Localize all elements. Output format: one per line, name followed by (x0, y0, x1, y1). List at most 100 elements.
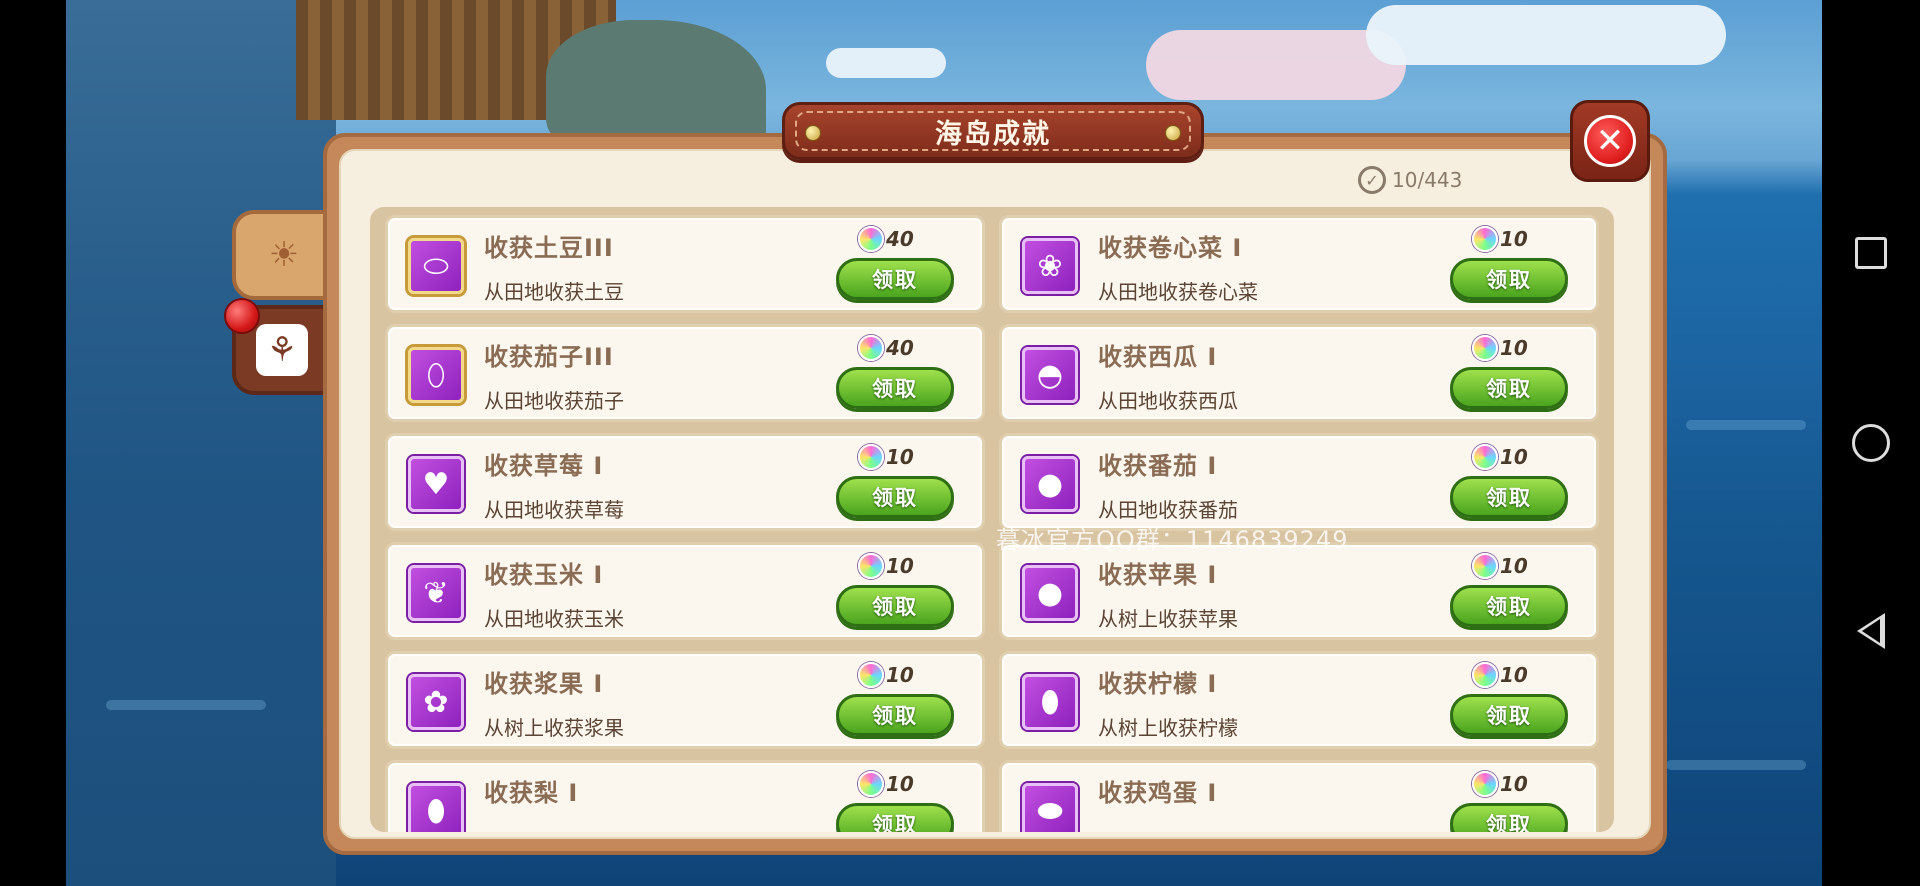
claim-button[interactable]: 领取 (1450, 694, 1568, 736)
close-button[interactable]: ✕ (1570, 100, 1650, 182)
background-cloud (826, 48, 946, 78)
achievement-icon-wrap: ⬭ (402, 228, 470, 304)
achievement-title: 收获茄子III (484, 343, 614, 371)
corn-icon: ❦ (408, 565, 464, 621)
claim-button[interactable]: 领取 (836, 476, 954, 518)
achievement-card: ⬮ 收获梨 I 10 领取 (385, 760, 985, 832)
background-wave (1666, 760, 1806, 770)
recent-apps-button[interactable] (1846, 228, 1896, 278)
reward: 40 (858, 226, 914, 252)
achievement-title: 收获玉米 I (484, 561, 604, 589)
rainbow-orb-icon (858, 553, 884, 579)
reward: 10 (858, 662, 914, 688)
reward: 10 (858, 771, 914, 797)
wheat-icon: ⚘ (256, 324, 308, 376)
reward: 10 (1472, 553, 1528, 579)
watermelon-icon: ◓ (1022, 347, 1078, 403)
achievement-description: 从树上收获浆果 (484, 716, 624, 740)
achievement-card: ❀ 收获卷心菜 I 从田地收获卷心菜 10 领取 (999, 215, 1599, 313)
reward-amount: 10 (886, 554, 914, 578)
rainbow-orb-icon (858, 335, 884, 361)
achievement-title: 收获西瓜 I (1098, 343, 1218, 371)
potato-icon: ⬭ (408, 238, 464, 294)
check-icon: ✓ (1358, 166, 1386, 194)
reward-amount: 10 (1500, 227, 1528, 251)
reward: 10 (1472, 662, 1528, 688)
achievement-card: ⬯ 收获茄子III 从田地收获茄子 40 领取 (385, 324, 985, 422)
reward-amount: 10 (886, 663, 914, 687)
claim-button[interactable]: 领取 (1450, 585, 1568, 627)
achievement-card: ✿ 收获浆果 I 从树上收获浆果 10 领取 (385, 651, 985, 749)
achievement-title: 收获番茄 I (1098, 452, 1218, 480)
claim-button[interactable]: 领取 (836, 367, 954, 409)
home-icon (1852, 424, 1890, 462)
achievement-description: 从田地收获西瓜 (1098, 389, 1238, 413)
achievement-card: ⬮ 收获柠檬 I 从树上收获柠檬 10 领取 (999, 651, 1599, 749)
achievement-description: 从田地收获卷心菜 (1098, 280, 1258, 304)
achievement-description: 从树上收获苹果 (1098, 607, 1238, 631)
rainbow-orb-icon (858, 771, 884, 797)
achievement-icon-wrap: ⬮ (402, 773, 470, 832)
title-banner: 海岛成就 (782, 102, 1204, 160)
recent-apps-icon (1855, 237, 1887, 269)
rainbow-orb-icon (1472, 335, 1498, 361)
achievement-icon-wrap: ● (1016, 555, 1084, 631)
sun-icon: ☀ (268, 235, 300, 275)
background-wave (1686, 420, 1806, 430)
background-cloud (1366, 5, 1726, 65)
notification-badge (224, 298, 260, 334)
reward-amount: 40 (886, 336, 914, 360)
claim-button[interactable]: 领取 (836, 694, 954, 736)
achievement-title: 收获苹果 I (1098, 561, 1218, 589)
achievement-title: 收获浆果 I (484, 670, 604, 698)
cabbage-icon: ❀ (1022, 238, 1078, 294)
home-button[interactable] (1846, 418, 1896, 468)
reward: 10 (1472, 771, 1528, 797)
achievement-description: 从田地收获番茄 (1098, 498, 1238, 522)
rainbow-orb-icon (1472, 226, 1498, 252)
achievement-card: ◓ 收获西瓜 I 从田地收获西瓜 10 领取 (999, 324, 1599, 422)
achievement-description: 从田地收获草莓 (484, 498, 624, 522)
reward-amount: 10 (1500, 554, 1528, 578)
egg-icon: ⬬ (1022, 783, 1078, 832)
game-screen: ☀ ⚘ 海岛成就 ✕ ✓ 10/443 ⬭ 收获土豆III 从田地收获土豆 40 领取 ❀… (0, 0, 1920, 886)
background-wave (106, 700, 266, 710)
page-title: 海岛成就 (935, 118, 1051, 150)
rainbow-orb-icon (858, 444, 884, 470)
claim-button[interactable]: 领取 (1450, 258, 1568, 300)
claim-button[interactable]: 领取 (1450, 476, 1568, 518)
achievement-icon-wrap: ✿ (402, 664, 470, 740)
achievement-title: 收获鸡蛋 I (1098, 779, 1218, 807)
rainbow-orb-icon (1472, 444, 1498, 470)
reward-amount: 10 (1500, 663, 1528, 687)
reward: 10 (1472, 226, 1528, 252)
background-shore (66, 0, 336, 886)
tomato-icon: ● (1022, 456, 1078, 512)
achievement-list[interactable]: ⬭ 收获土豆III 从田地收获土豆 40 领取 ❀ 收获卷心菜 I 从田地收获卷心菜 10 领取 ⬯… (370, 207, 1614, 832)
rainbow-orb-icon (858, 662, 884, 688)
achievement-description: 从树上收获柠檬 (1098, 716, 1238, 740)
reward-amount: 10 (1500, 772, 1528, 796)
claim-button[interactable]: 领取 (1450, 367, 1568, 409)
achievement-icon-wrap: ❀ (1016, 228, 1084, 304)
lemon-icon: ⬮ (1022, 674, 1078, 730)
claim-button[interactable]: 领取 (1450, 803, 1568, 832)
achievement-title: 收获卷心菜 I (1098, 234, 1243, 262)
reward: 10 (858, 444, 914, 470)
reward-amount: 10 (886, 445, 914, 469)
progress-count: 10/443 (1392, 168, 1463, 192)
rainbow-orb-icon (1472, 662, 1498, 688)
reward-amount: 40 (886, 227, 914, 251)
claim-button[interactable]: 领取 (836, 258, 954, 300)
achievement-title: 收获梨 I (484, 779, 579, 807)
achievement-card: ⬬ 收获鸡蛋 I 10 领取 (999, 760, 1599, 832)
achievement-card: ♥ 收获草莓 I 从田地收获草莓 10 领取 (385, 433, 985, 531)
watermark-text: 暮冰官方QQ群：1146839249 (996, 526, 1349, 554)
eggplant-icon: ⬯ (408, 347, 464, 403)
claim-button[interactable]: 领取 (836, 803, 954, 832)
claim-button[interactable]: 领取 (836, 585, 954, 627)
achievement-icon-wrap: ⬮ (1016, 664, 1084, 740)
back-icon (1857, 613, 1885, 649)
reward: 40 (858, 335, 914, 361)
back-button[interactable] (1846, 606, 1896, 656)
